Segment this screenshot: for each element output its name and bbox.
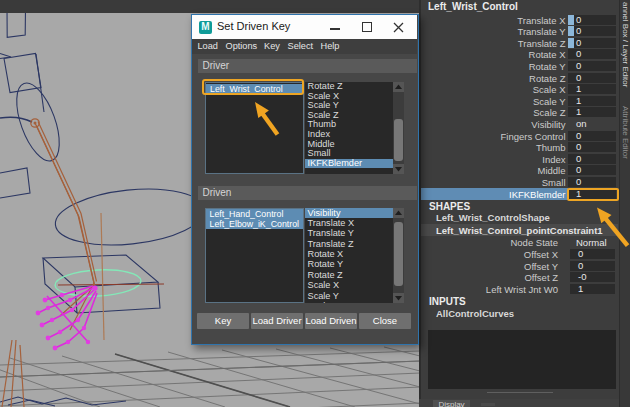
btn-close[interactable]: Close [359, 313, 411, 329]
driver-nodes: Left_Wrist_Control [205, 82, 304, 174]
btn-max [362, 22, 372, 32]
btn-close [393, 22, 404, 33]
scrollbar [393, 82, 404, 174]
viewport-topbar [0, 0, 420, 13]
maya-icon: M [199, 21, 212, 34]
empty-list [428, 330, 616, 389]
driven-header: Driven [198, 186, 417, 200]
side-tabs: annel Box / Layer Editor Attribute Edito… [619, 0, 630, 407]
driver-header: Driver [198, 59, 417, 73]
driver-attrs: Rotate Z Scale X Scale Y Scale Z Thumb I… [305, 82, 405, 174]
grid [0, 347, 420, 407]
btn-key[interactable]: Key [197, 313, 249, 329]
annotation-box-2 [567, 188, 619, 202]
driven-nodes: Left_Hand_Control Left_Elbow_iK_Control [205, 208, 304, 304]
maya-set-driven-key-screenshot: annel Box / Layer Editor Attribute Edito… [0, 0, 630, 407]
btn-load-driver[interactable]: Load Driver [251, 313, 303, 329]
annotation-box-1 [202, 79, 304, 95]
driven-attrs: Visibility Translate X Translate Y Trans… [305, 208, 405, 304]
btn-load-driven[interactable]: Load Driven [305, 313, 357, 329]
btn-min [330, 28, 340, 30]
menubar: Load Options Key Select Help [192, 39, 417, 54]
titlebar: M Set Driven Key [192, 15, 417, 39]
scrollbar2 [393, 208, 404, 303]
sdk-dialog: M Set Driven Key Load Options Key Select… [191, 14, 419, 345]
bottom-tab: Display [433, 400, 470, 407]
channel-box: annel Box / Layer Editor Attribute Edito… [419, 0, 630, 407]
buttons: Key Load Driver Load Driven Close [192, 313, 417, 329]
